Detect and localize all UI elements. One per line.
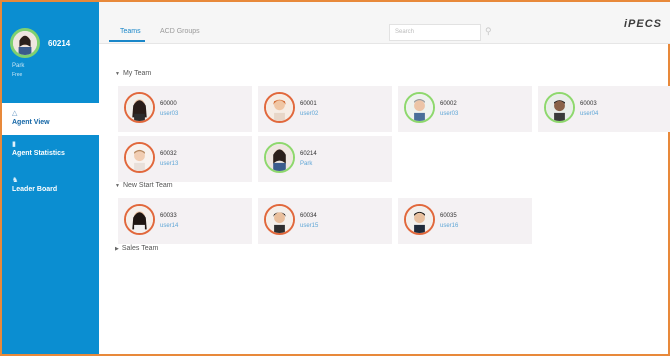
agent-id: 60003 (580, 101, 597, 107)
nav-label: Leader Board (12, 186, 58, 193)
agent-id: 60000 (160, 101, 177, 107)
agent-avatar (404, 92, 435, 123)
agent-name: user04 (580, 111, 599, 117)
agent-name: Park (300, 161, 313, 167)
agent-id: 60035 (440, 213, 457, 219)
agent-card[interactable]: 60003 user04 (538, 86, 670, 132)
search-placeholder: Search (395, 29, 415, 35)
group-title: Sales Team (121, 245, 159, 252)
sidebar: 60214 Park Free △ Agent View ▮ Agent Sta… (2, 2, 99, 354)
agent-avatar (264, 204, 295, 235)
agent-card[interactable]: 60032 user13 (118, 136, 252, 182)
agent-avatar (264, 142, 295, 173)
agent-card[interactable]: 60034 user15 (258, 198, 392, 244)
agent-avatar (124, 204, 155, 235)
agent-id: 60034 (300, 213, 317, 219)
agent-avatar (264, 92, 295, 123)
agent-name: user15 (300, 223, 319, 229)
agent-card[interactable]: 60000 user03 (118, 86, 252, 132)
agent-avatar (124, 92, 155, 123)
agent-card[interactable]: 60035 user16 (398, 198, 532, 244)
group-title: New Start Team (122, 182, 173, 189)
tab-teams[interactable]: Teams (120, 28, 141, 35)
group-header-sales-team[interactable]: ▶ Sales Team (115, 245, 158, 252)
agent-id: 60214 (300, 151, 317, 157)
tab-acd-groups[interactable]: ACD Groups (160, 28, 200, 35)
trophy-icon: ♞ (12, 177, 19, 184)
agent-name: user03 (440, 111, 459, 117)
nav-label: Agent Statistics (12, 150, 65, 157)
user-status: Free (12, 72, 23, 78)
agent-id: 60002 (440, 101, 457, 107)
tab-active-indicator (109, 40, 145, 42)
search-icon[interactable]: ⚲ (485, 26, 492, 37)
search-input[interactable]: Search (389, 24, 481, 41)
agent-id: 60001 (300, 101, 317, 107)
agent-name: user02 (300, 111, 319, 117)
nav-leader-board[interactable]: ♞ Leader Board (2, 176, 99, 208)
agent-card[interactable]: 60033 user14 (118, 198, 252, 244)
user-id: 60214 (48, 39, 71, 48)
agent-card[interactable]: 60001 user02 (258, 86, 392, 132)
agent-name: user16 (440, 223, 459, 229)
current-user-profile[interactable]: 60214 Park Free (10, 28, 95, 98)
group-title: My Team (122, 70, 152, 77)
caret-down-icon: ▼ (115, 183, 120, 189)
top-bar: Teams ACD Groups Search ⚲ iPECS (99, 2, 670, 44)
group-header-my-team[interactable]: ▼ My Team (115, 70, 151, 77)
agent-name: user14 (160, 223, 179, 229)
agent-name: user03 (160, 111, 179, 117)
nav-label: Agent View (12, 119, 50, 126)
agent-view-icon: △ (12, 110, 18, 117)
agent-avatar (404, 204, 435, 235)
group-header-new-start-team[interactable]: ▼ New Start Team (115, 182, 173, 189)
agent-avatar (124, 142, 155, 173)
agent-id: 60033 (160, 213, 177, 219)
agent-id: 60032 (160, 151, 177, 157)
agent-name: user13 (160, 161, 179, 167)
agent-avatar (544, 92, 575, 123)
agent-card[interactable]: 60002 user03 (398, 86, 532, 132)
bar-chart-icon: ▮ (12, 141, 16, 148)
user-avatar (10, 28, 40, 58)
caret-right-icon: ▶ (115, 246, 119, 252)
agent-card[interactable]: 60214 Park (258, 136, 392, 182)
brand-logo: iPECS (623, 18, 662, 30)
caret-down-icon: ▼ (115, 71, 120, 77)
user-name: Park (12, 63, 25, 69)
nav-agent-statistics[interactable]: ▮ Agent Statistics (2, 140, 99, 172)
nav-agent-view[interactable]: △ Agent View (2, 103, 99, 135)
